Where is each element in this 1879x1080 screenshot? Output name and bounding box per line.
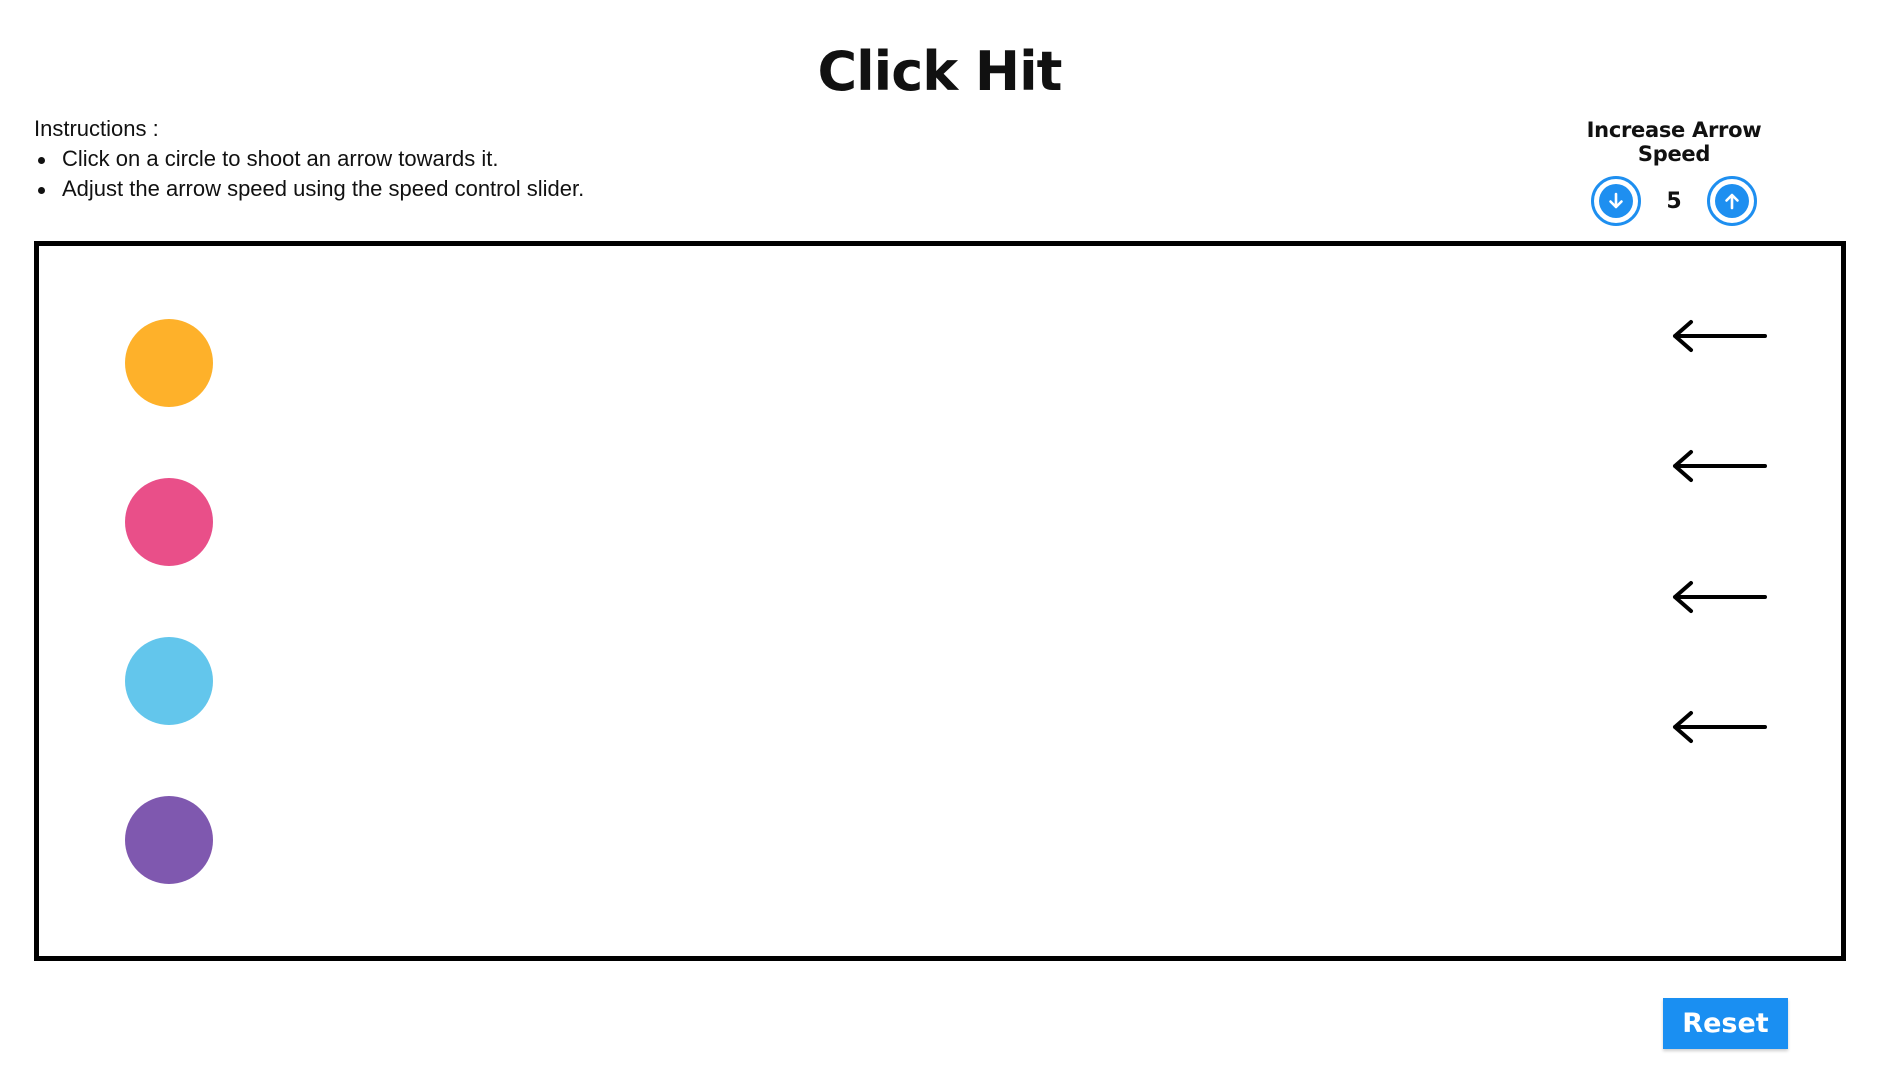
target-circle-blue[interactable] [125, 637, 213, 725]
speed-row: 5 [1556, 176, 1792, 226]
game-page: Click Hit Instructions : Click on a circ… [0, 0, 1879, 1080]
left-arrow-icon [1673, 581, 1767, 613]
target-circle-purple[interactable] [125, 796, 213, 884]
arrow-up-circle-icon [1715, 184, 1749, 218]
instructions: Instructions : Click on a circle to shoo… [34, 114, 584, 204]
instruction-item: Click on a circle to shoot an arrow towa… [37, 144, 584, 174]
increase-speed-button[interactable] [1707, 176, 1757, 226]
left-arrow-icon [1673, 320, 1767, 352]
target-circle-pink[interactable] [125, 478, 213, 566]
arrow-down-circle-icon [1599, 184, 1633, 218]
left-arrow-icon [1673, 711, 1767, 743]
speed-value: 5 [1666, 188, 1682, 214]
instructions-heading: Instructions : [34, 116, 159, 141]
left-arrow-icon [1673, 450, 1767, 482]
speed-control: Increase Arrow Speed 5 [1556, 118, 1792, 226]
reset-button[interactable]: Reset [1663, 998, 1788, 1049]
speed-label: Increase Arrow Speed [1586, 118, 1762, 166]
instruction-item: Adjust the arrow speed using the speed c… [37, 174, 584, 204]
decrease-speed-button[interactable] [1591, 176, 1641, 226]
instructions-list: Click on a circle to shoot an arrow towa… [34, 144, 584, 204]
page-title: Click Hit [817, 40, 1063, 103]
game-arena [34, 241, 1846, 961]
target-circle-orange[interactable] [125, 319, 213, 407]
